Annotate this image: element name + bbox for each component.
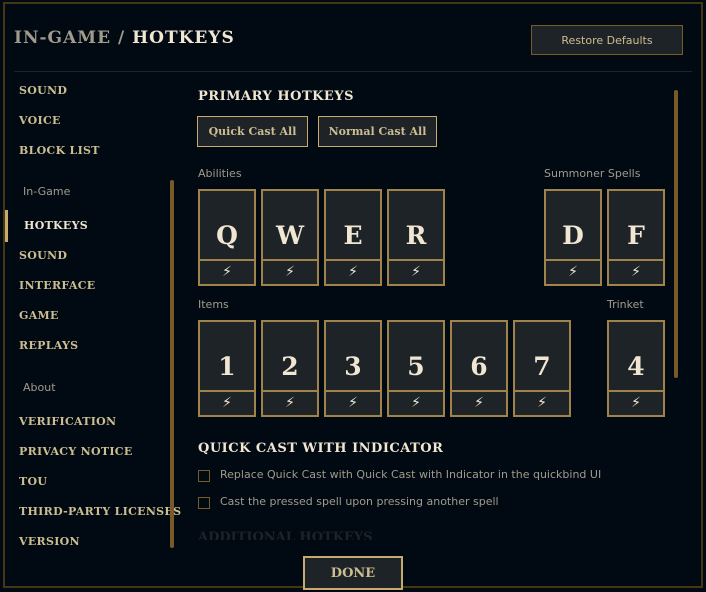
item-key-3[interactable]: 3 ⚡︎	[324, 320, 382, 417]
summoner-spells-label: Summoner Spells	[544, 167, 641, 180]
sidebar-item-third-party-licenses[interactable]: THIRD-PARTY LICENSES	[19, 505, 181, 518]
key-label: 1	[218, 352, 236, 381]
item-key-7[interactable]: 7 ⚡︎	[513, 320, 571, 417]
lightning-bolt-icon[interactable]: ⚡︎	[515, 390, 569, 415]
ability-key-q[interactable]: Q ⚡︎	[198, 189, 256, 286]
items-label: Items	[198, 298, 229, 311]
lightning-bolt-icon[interactable]: ⚡︎	[609, 390, 663, 415]
lightning-bolt-icon[interactable]: ⚡︎	[326, 259, 380, 284]
key-label: E	[343, 221, 363, 250]
lightning-bolt-icon[interactable]: ⚡︎	[389, 259, 443, 284]
item-key-2[interactable]: 2 ⚡︎	[261, 320, 319, 417]
sidebar-item-version[interactable]: VERSION	[19, 535, 80, 548]
key-label: 5	[407, 352, 425, 381]
sidebar-item-verification[interactable]: VERIFICATION	[19, 415, 116, 428]
sidebar-item-game[interactable]: GAME	[19, 309, 59, 322]
normal-cast-all-button[interactable]: Normal Cast All	[318, 116, 437, 147]
ability-key-r[interactable]: R ⚡︎	[387, 189, 445, 286]
sidebar-item-privacy-notice[interactable]: PRIVACY NOTICE	[19, 445, 133, 458]
option-label: Replace Quick Cast with Quick Cast with …	[220, 468, 602, 481]
done-button[interactable]: DONE	[303, 556, 403, 590]
lightning-bolt-icon[interactable]: ⚡︎	[326, 390, 380, 415]
lightning-bolt-icon[interactable]: ⚡︎	[263, 259, 317, 284]
item-key-1[interactable]: 1 ⚡︎	[198, 320, 256, 417]
sidebar-item-block-list[interactable]: BLOCK LIST	[19, 144, 100, 157]
selected-indicator	[5, 210, 8, 242]
sidebar-item-sound[interactable]: SOUND	[19, 249, 67, 262]
sidebar-item-replays[interactable]: REPLAYS	[19, 339, 78, 352]
key-label: 2	[281, 352, 299, 381]
key-label: 7	[533, 352, 551, 381]
lightning-bolt-icon[interactable]: ⚡︎	[200, 259, 254, 284]
option-label: Cast the pressed spell upon pressing ano…	[220, 495, 499, 508]
item-key-5[interactable]: 5 ⚡︎	[387, 320, 445, 417]
ability-key-e[interactable]: E ⚡︎	[324, 189, 382, 286]
main-scrollbar[interactable]	[674, 90, 678, 378]
key-label: 3	[344, 352, 362, 381]
key-label: Q	[216, 221, 238, 250]
key-label: F	[627, 221, 645, 250]
divider	[14, 71, 692, 72]
trinket-key-4[interactable]: 4 ⚡︎	[607, 320, 665, 417]
abilities-label: Abilities	[198, 167, 242, 180]
item-key-6[interactable]: 6 ⚡︎	[450, 320, 508, 417]
primary-hotkeys-title: PRIMARY HOTKEYS	[198, 89, 355, 104]
additional-hotkeys-title: ADDITIONAL HOTKEYS	[198, 530, 373, 540]
lightning-bolt-icon[interactable]: ⚡︎	[546, 259, 600, 284]
sidebar-item-interface[interactable]: INTERFACE	[19, 279, 95, 292]
lightning-bolt-icon[interactable]: ⚡︎	[389, 390, 443, 415]
summoner-key-d[interactable]: D ⚡︎	[544, 189, 602, 286]
sidebar-item-tou[interactable]: TOU	[19, 475, 47, 488]
sidebar-scrollbar[interactable]	[170, 180, 174, 548]
trinket-label: Trinket	[607, 298, 644, 311]
quick-cast-indicator-title: QUICK CAST WITH INDICATOR	[198, 441, 444, 456]
key-label: W	[275, 221, 305, 250]
restore-defaults-button[interactable]: Restore Defaults	[531, 25, 683, 55]
page-title: IN-GAME / HOTKEYS	[14, 28, 235, 48]
lightning-bolt-icon[interactable]: ⚡︎	[609, 259, 663, 284]
checkbox-replace-quick-cast[interactable]	[198, 470, 210, 482]
sidebar-item-sound[interactable]: SOUND	[19, 84, 67, 97]
sidebar-group-ingame: In-Game	[23, 185, 71, 198]
sidebar-item-voice[interactable]: VOICE	[19, 114, 61, 127]
ability-key-w[interactable]: W ⚡︎	[261, 189, 319, 286]
summoner-key-f[interactable]: F ⚡︎	[607, 189, 665, 286]
checkbox-cast-pressed-spell[interactable]	[198, 497, 210, 509]
lightning-bolt-icon[interactable]: ⚡︎	[200, 390, 254, 415]
lightning-bolt-icon[interactable]: ⚡︎	[452, 390, 506, 415]
lightning-bolt-icon[interactable]: ⚡︎	[263, 390, 317, 415]
quick-cast-all-button[interactable]: Quick Cast All	[197, 116, 308, 147]
key-label: 6	[470, 352, 488, 381]
sidebar-item-hotkeys[interactable]: HOTKEYS	[24, 219, 88, 232]
key-label: D	[562, 221, 584, 250]
key-label: 4	[627, 352, 645, 381]
key-label: R	[405, 221, 427, 250]
sidebar-group-about: About	[23, 381, 56, 394]
